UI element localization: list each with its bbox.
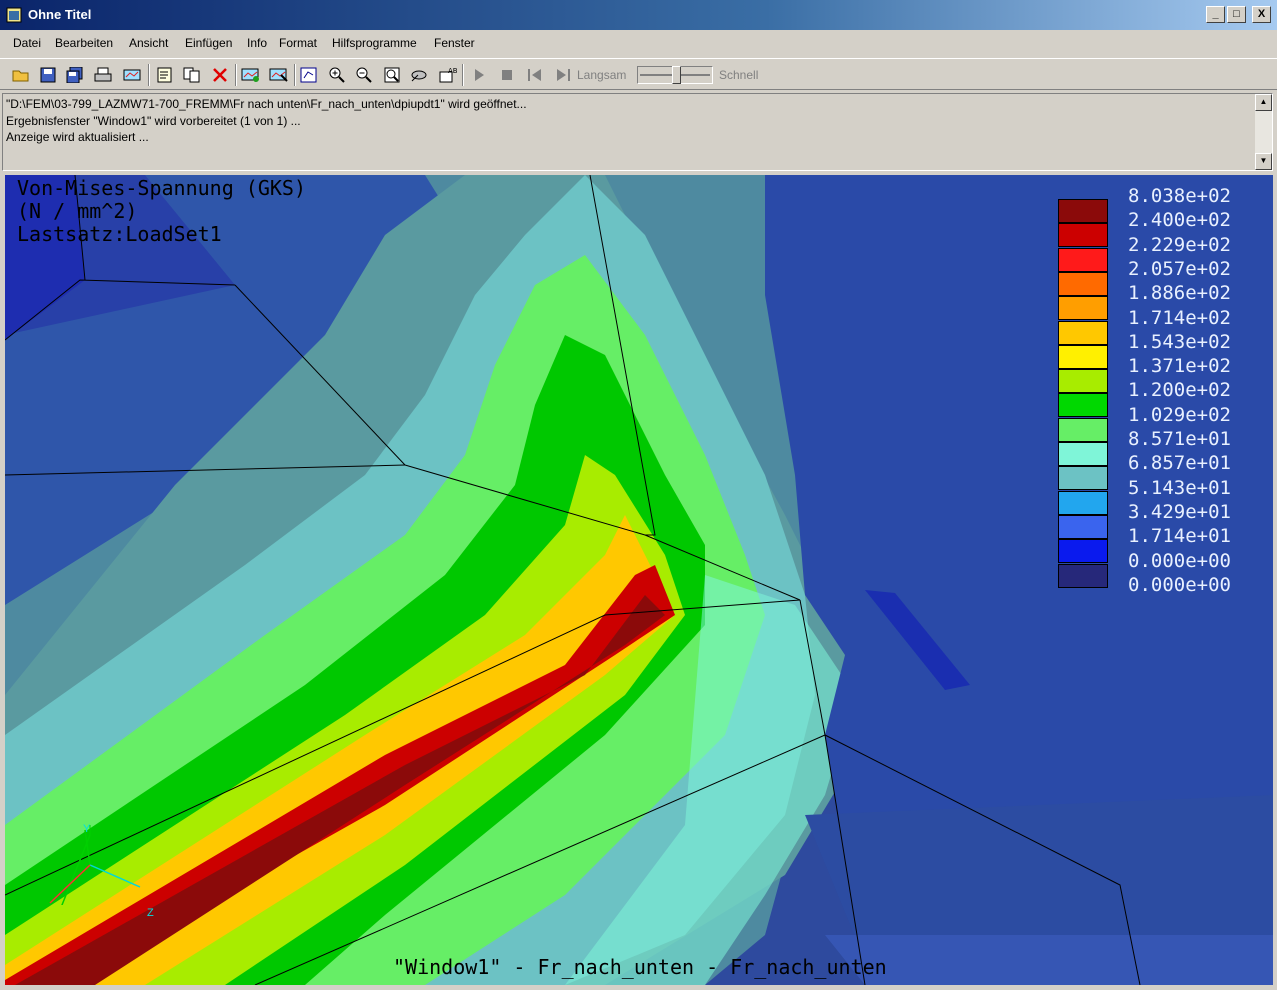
window-title: Ohne Titel: [28, 7, 92, 22]
toolbar-separator: [235, 64, 237, 86]
load-set-label: Lastsatz:LoadSet1: [17, 222, 222, 246]
speed-fast-label: Schnell: [719, 68, 759, 82]
copy-icon[interactable]: [181, 65, 203, 85]
legend-label: 1.714e+01: [1128, 525, 1231, 548]
result-unit: (N / mm^2): [17, 199, 138, 223]
legend-label: 8.571e+01: [1128, 428, 1231, 450]
legend-swatch: [1058, 320, 1108, 345]
play-icon[interactable]: [468, 65, 490, 85]
format-icon[interactable]: [298, 65, 320, 85]
message-panel: "D:\FEM\03-799_LAZMW71-700_FREMM\Fr nach…: [2, 93, 1273, 171]
legend-swatch: [1058, 223, 1108, 248]
menu-info[interactable]: Info: [247, 36, 267, 50]
legend-swatch: [1058, 271, 1108, 296]
result-quantity: Von-Mises-Spannung (GKS): [17, 176, 306, 200]
stop-icon[interactable]: [496, 65, 518, 85]
axis-z-label: Z: [147, 907, 154, 919]
legend-swatch: [1058, 247, 1108, 272]
legend-label: 5.143e+01: [1128, 476, 1231, 499]
toolbar-separator: [462, 64, 464, 86]
label-icon[interactable]: AB: [437, 65, 459, 85]
menu-hilfsprogramme[interactable]: Hilfsprogramme: [332, 36, 417, 50]
message-line: Ergebnisfenster "Window1" wird vorbereit…: [6, 114, 301, 128]
result-viewport[interactable]: Von-Mises-Spannung (GKS) (N / mm^2) Last…: [5, 175, 1273, 985]
menu-fenster[interactable]: Fenster: [434, 36, 475, 50]
menu-format[interactable]: Format: [279, 36, 317, 50]
legend-label: 6.857e+01: [1128, 452, 1231, 475]
legend-swatch: [1058, 466, 1108, 491]
legend-label: 0.000e+00: [1128, 549, 1231, 572]
menu-ansicht[interactable]: Ansicht: [129, 36, 168, 50]
slider-thumb[interactable]: [672, 66, 681, 84]
legend-label: 1.714e+02: [1128, 306, 1231, 329]
speed-slider[interactable]: [637, 66, 713, 84]
legend-label: 1.886e+02: [1128, 282, 1231, 305]
legend-label: 2.229e+02: [1128, 233, 1231, 256]
legend-label: 0.000e+00: [1128, 573, 1231, 596]
step-forward-icon[interactable]: [552, 65, 574, 85]
menu-datei[interactable]: Datei: [13, 36, 41, 50]
legend-swatch: [1058, 393, 1108, 418]
toolbar-separator: [294, 64, 296, 86]
orient-icon[interactable]: [408, 65, 430, 85]
save-all-icon[interactable]: [64, 65, 86, 85]
legend-swatch: [1058, 199, 1108, 223]
legend-label: 2.057e+02: [1128, 257, 1231, 280]
zoom-fit-icon[interactable]: [381, 65, 403, 85]
speed-slow-label: Langsam: [577, 68, 627, 82]
show-options-icon[interactable]: [268, 65, 290, 85]
maximize-button[interactable]: □: [1227, 6, 1246, 23]
message-scrollbar[interactable]: ▲ ▼: [1255, 94, 1272, 170]
menu-bar: Datei Bearbeiten Ansicht Einfügen Info F…: [0, 30, 1277, 56]
menu-bearbeiten[interactable]: Bearbeiten: [55, 36, 113, 50]
scroll-down-icon[interactable]: ▼: [1255, 153, 1272, 170]
axis-y-label: Y: [83, 823, 91, 835]
open-icon[interactable]: [10, 65, 32, 85]
scroll-up-icon[interactable]: ▲: [1255, 94, 1272, 111]
legend-swatch: [1058, 296, 1108, 321]
result-header: Von-Mises-Spannung (GKS) (N / mm^2) Last…: [17, 177, 306, 246]
message-line: Anzeige wird aktualisiert ...: [6, 130, 149, 144]
legend-label: 1.200e+02: [1128, 379, 1231, 402]
legend-label: 1.371e+02: [1128, 355, 1231, 378]
legend-swatch: [1058, 369, 1108, 394]
legend-swatch: [1058, 442, 1108, 466]
message-line: "D:\FEM\03-799_LAZMW71-700_FREMM\Fr nach…: [6, 97, 527, 111]
show-result-icon[interactable]: [240, 65, 262, 85]
edit-definition-icon[interactable]: [154, 65, 176, 85]
legend-swatch: [1058, 417, 1108, 442]
zoom-in-icon[interactable]: [326, 65, 348, 85]
print-icon[interactable]: [92, 65, 114, 85]
minimize-button[interactable]: _: [1206, 6, 1225, 23]
close-button[interactable]: X: [1252, 6, 1271, 23]
coordinate-axes-icon: [49, 825, 141, 905]
step-back-icon[interactable]: [524, 65, 546, 85]
legend-label: 1.543e+02: [1128, 330, 1231, 353]
window-footer: "Window1" - Fr_nach_unten - Fr_nach_unte…: [393, 955, 887, 979]
legend-label: 2.400e+02: [1128, 209, 1231, 232]
window-icon[interactable]: [121, 65, 143, 85]
legend-label: 3.429e+01: [1128, 500, 1231, 523]
legend-swatch: [1058, 514, 1108, 539]
toolbar-separator: [148, 64, 150, 86]
delete-icon[interactable]: [209, 65, 231, 85]
save-icon[interactable]: [37, 65, 59, 85]
legend-swatch: [1058, 344, 1108, 369]
zoom-out-icon[interactable]: [353, 65, 375, 85]
app-icon: [6, 7, 22, 23]
legend-swatch: [1058, 563, 1108, 588]
legend-label: 1.029e+02: [1128, 403, 1231, 426]
menu-einfuegen[interactable]: Einfügen: [185, 36, 232, 50]
title-bar: Ohne Titel _ □ X: [0, 0, 1277, 30]
legend-swatch: [1058, 490, 1108, 515]
svg-text:AB: AB: [448, 67, 457, 75]
legend-label: 8.038e+02: [1128, 185, 1231, 207]
legend-swatch: [1058, 539, 1108, 564]
